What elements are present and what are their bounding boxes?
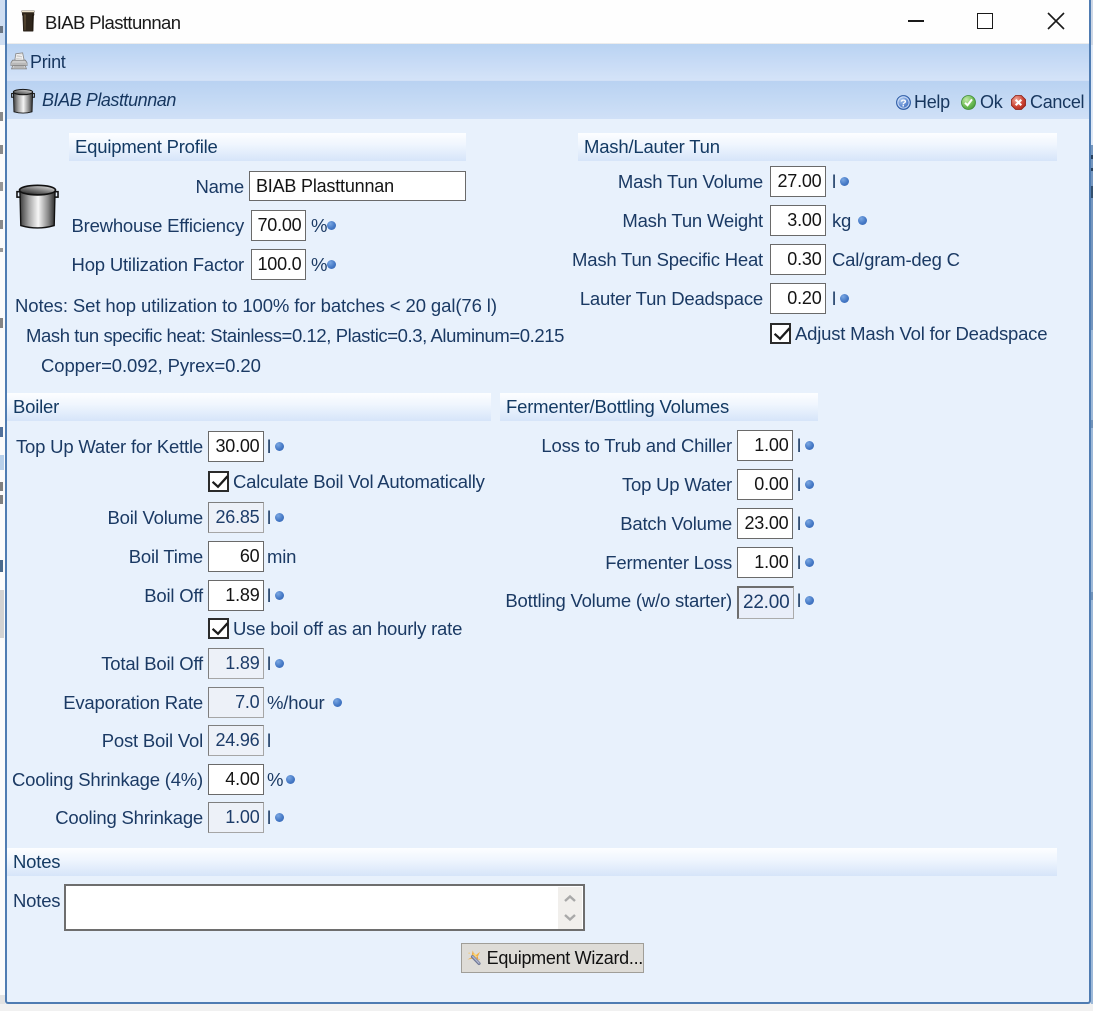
svg-text:?: ? (900, 98, 906, 110)
